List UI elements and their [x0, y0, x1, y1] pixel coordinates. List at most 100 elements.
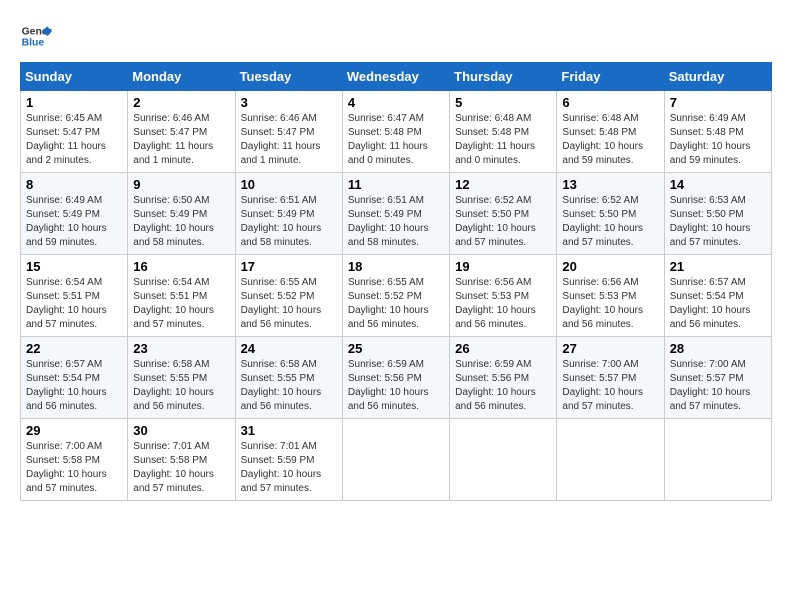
day-info: Sunrise: 7:00 AMSunset: 5:57 PMDaylight:…: [562, 358, 658, 414]
day-number: 14: [670, 177, 766, 192]
calendar-cell: 28 Sunrise: 7:00 AMSunset: 5:57 PMDayligh…: [664, 337, 771, 419]
weekday-header-thursday: Thursday: [450, 63, 557, 91]
calendar-cell: 10 Sunrise: 6:51 AMSunset: 5:49 PMDayligh…: [235, 173, 342, 255]
day-number: 17: [241, 259, 337, 274]
calendar-cell: 8Sunrise: 6:49 AMSunset: 5:49 PMDaylight…: [21, 173, 128, 255]
day-number: 18: [348, 259, 444, 274]
calendar-cell: 5 Sunrise: 6:48 AMSunset: 5:48 PMDaylight…: [450, 91, 557, 173]
day-info: Sunrise: 6:50 AMSunset: 5:49 PMDaylight:…: [133, 194, 229, 250]
calendar-cell: 18 Sunrise: 6:55 AMSunset: 5:52 PMDayligh…: [342, 255, 449, 337]
day-info: Sunrise: 7:00 AMSunset: 5:57 PMDaylight:…: [670, 358, 766, 414]
calendar-cell: 24Sunrise: 6:58 AMSunset: 5:55 PMDayligh…: [235, 337, 342, 419]
calendar-cell: 19 Sunrise: 6:56 AMSunset: 5:53 PMDayligh…: [450, 255, 557, 337]
day-number: 19: [455, 259, 551, 274]
day-info: Sunrise: 6:55 AMSunset: 5:52 PMDaylight:…: [348, 276, 444, 332]
day-number: 6: [562, 95, 658, 110]
day-number: 30: [133, 423, 229, 438]
day-number: 1: [26, 95, 122, 110]
day-number: 12: [455, 177, 551, 192]
day-number: 9: [133, 177, 229, 192]
day-number: 29: [26, 423, 122, 438]
day-info: Sunrise: 6:59 AMSunset: 5:56 PMDaylight:…: [348, 358, 444, 414]
calendar-cell: 31Sunrise: 7:01 AMSunset: 5:59 PMDayligh…: [235, 419, 342, 501]
weekday-header-friday: Friday: [557, 63, 664, 91]
calendar-cell: 29Sunrise: 7:00 AMSunset: 5:58 PMDayligh…: [21, 419, 128, 501]
day-info: Sunrise: 6:53 AMSunset: 5:50 PMDaylight:…: [670, 194, 766, 250]
day-number: 25: [348, 341, 444, 356]
weekday-header-wednesday: Wednesday: [342, 63, 449, 91]
day-info: Sunrise: 6:57 AMSunset: 5:54 PMDaylight:…: [26, 358, 122, 414]
weekday-header-monday: Monday: [128, 63, 235, 91]
day-info: Sunrise: 6:56 AMSunset: 5:53 PMDaylight:…: [562, 276, 658, 332]
calendar-cell: 2 Sunrise: 6:46 AMSunset: 5:47 PMDaylight…: [128, 91, 235, 173]
calendar-cell: 27 Sunrise: 7:00 AMSunset: 5:57 PMDayligh…: [557, 337, 664, 419]
svg-text:Blue: Blue: [22, 38, 45, 49]
calendar-cell: 15 Sunrise: 6:54 AMSunset: 5:51 PMDayligh…: [21, 255, 128, 337]
day-info: Sunrise: 6:45 AMSunset: 5:47 PMDaylight:…: [26, 112, 122, 168]
day-number: 20: [562, 259, 658, 274]
calendar-cell: [342, 419, 449, 501]
calendar-cell: 21 Sunrise: 6:57 AMSunset: 5:54 PMDayligh…: [664, 255, 771, 337]
weekday-header-sunday: Sunday: [21, 63, 128, 91]
calendar-cell: 7 Sunrise: 6:49 AMSunset: 5:48 PMDaylight…: [664, 91, 771, 173]
calendar-cell: 13 Sunrise: 6:52 AMSunset: 5:50 PMDayligh…: [557, 173, 664, 255]
calendar-cell: 20 Sunrise: 6:56 AMSunset: 5:53 PMDayligh…: [557, 255, 664, 337]
day-info: Sunrise: 6:57 AMSunset: 5:54 PMDaylight:…: [670, 276, 766, 332]
day-info: Sunrise: 6:49 AMSunset: 5:48 PMDaylight:…: [670, 112, 766, 168]
day-info: Sunrise: 7:01 AMSunset: 5:58 PMDaylight:…: [133, 440, 229, 496]
day-info: Sunrise: 6:59 AMSunset: 5:56 PMDaylight:…: [455, 358, 551, 414]
calendar-cell: 26 Sunrise: 6:59 AMSunset: 5:56 PMDayligh…: [450, 337, 557, 419]
calendar-cell: 9 Sunrise: 6:50 AMSunset: 5:49 PMDaylight…: [128, 173, 235, 255]
day-info: Sunrise: 6:58 AMSunset: 5:55 PMDaylight:…: [241, 358, 337, 414]
calendar-cell: 6 Sunrise: 6:48 AMSunset: 5:48 PMDaylight…: [557, 91, 664, 173]
day-number: 21: [670, 259, 766, 274]
day-number: 13: [562, 177, 658, 192]
day-number: 7: [670, 95, 766, 110]
logo-icon: General Blue: [20, 20, 52, 52]
calendar-week-3: 15 Sunrise: 6:54 AMSunset: 5:51 PMDayligh…: [21, 255, 772, 337]
day-info: Sunrise: 6:58 AMSunset: 5:55 PMDaylight:…: [133, 358, 229, 414]
day-info: Sunrise: 6:52 AMSunset: 5:50 PMDaylight:…: [562, 194, 658, 250]
day-info: Sunrise: 6:51 AMSunset: 5:49 PMDaylight:…: [241, 194, 337, 250]
day-info: Sunrise: 6:51 AMSunset: 5:49 PMDaylight:…: [348, 194, 444, 250]
calendar-cell: 23 Sunrise: 6:58 AMSunset: 5:55 PMDayligh…: [128, 337, 235, 419]
logo: General Blue: [20, 20, 52, 52]
day-number: 11: [348, 177, 444, 192]
calendar-cell: 25 Sunrise: 6:59 AMSunset: 5:56 PMDayligh…: [342, 337, 449, 419]
day-number: 10: [241, 177, 337, 192]
calendar-cell: [557, 419, 664, 501]
calendar-cell: 12 Sunrise: 6:52 AMSunset: 5:50 PMDayligh…: [450, 173, 557, 255]
calendar-cell: 30 Sunrise: 7:01 AMSunset: 5:58 PMDayligh…: [128, 419, 235, 501]
day-info: Sunrise: 6:56 AMSunset: 5:53 PMDaylight:…: [455, 276, 551, 332]
day-info: Sunrise: 6:46 AMSunset: 5:47 PMDaylight:…: [241, 112, 337, 168]
day-number: 28: [670, 341, 766, 356]
calendar-cell: 3 Sunrise: 6:46 AMSunset: 5:47 PMDaylight…: [235, 91, 342, 173]
day-info: Sunrise: 6:52 AMSunset: 5:50 PMDaylight:…: [455, 194, 551, 250]
day-info: Sunrise: 6:46 AMSunset: 5:47 PMDaylight:…: [133, 112, 229, 168]
day-number: 2: [133, 95, 229, 110]
day-number: 31: [241, 423, 337, 438]
day-number: 15: [26, 259, 122, 274]
day-info: Sunrise: 6:55 AMSunset: 5:52 PMDaylight:…: [241, 276, 337, 332]
weekday-header-tuesday: Tuesday: [235, 63, 342, 91]
day-info: Sunrise: 6:48 AMSunset: 5:48 PMDaylight:…: [562, 112, 658, 168]
calendar-cell: 17 Sunrise: 6:55 AMSunset: 5:52 PMDayligh…: [235, 255, 342, 337]
day-number: 5: [455, 95, 551, 110]
calendar-cell: 16Sunrise: 6:54 AMSunset: 5:51 PMDayligh…: [128, 255, 235, 337]
day-number: 4: [348, 95, 444, 110]
day-number: 26: [455, 341, 551, 356]
calendar-week-5: 29Sunrise: 7:00 AMSunset: 5:58 PMDayligh…: [21, 419, 772, 501]
day-number: 27: [562, 341, 658, 356]
day-info: Sunrise: 6:49 AMSunset: 5:49 PMDaylight:…: [26, 194, 122, 250]
calendar-cell: 4 Sunrise: 6:47 AMSunset: 5:48 PMDaylight…: [342, 91, 449, 173]
calendar-cell: [450, 419, 557, 501]
calendar-week-2: 8Sunrise: 6:49 AMSunset: 5:49 PMDaylight…: [21, 173, 772, 255]
day-info: Sunrise: 6:48 AMSunset: 5:48 PMDaylight:…: [455, 112, 551, 168]
calendar-week-4: 22Sunrise: 6:57 AMSunset: 5:54 PMDayligh…: [21, 337, 772, 419]
day-info: Sunrise: 6:47 AMSunset: 5:48 PMDaylight:…: [348, 112, 444, 168]
calendar-cell: [664, 419, 771, 501]
day-info: Sunrise: 6:54 AMSunset: 5:51 PMDaylight:…: [26, 276, 122, 332]
calendar-table: SundayMondayTuesdayWednesdayThursdayFrid…: [20, 62, 772, 501]
day-number: 23: [133, 341, 229, 356]
day-number: 3: [241, 95, 337, 110]
